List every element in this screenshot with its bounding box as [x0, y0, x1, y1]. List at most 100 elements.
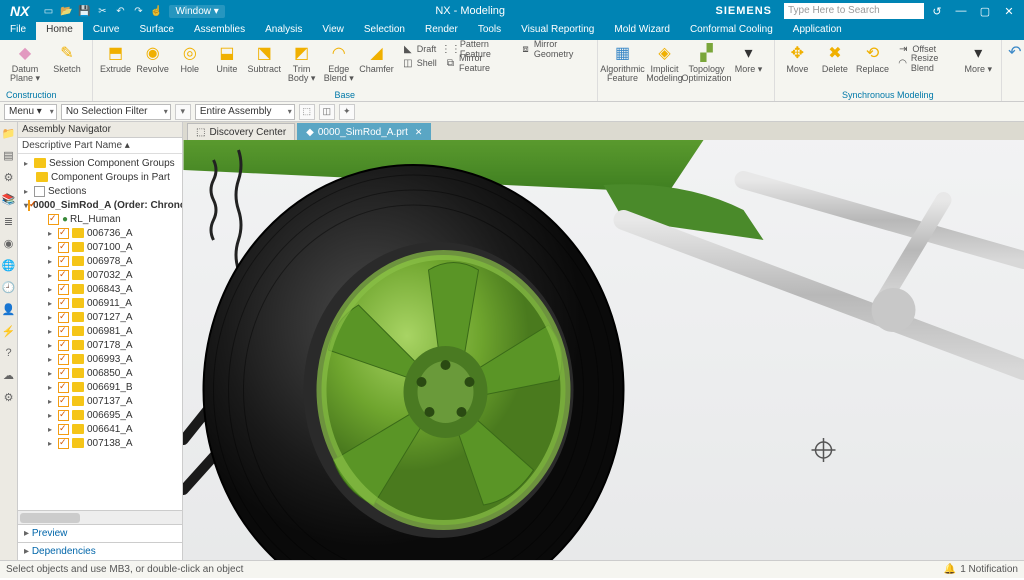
resize-blend-button[interactable]: ◠Resize Blend: [897, 56, 957, 70]
chamfer-button[interactable]: ◢Chamfer: [359, 42, 394, 74]
help-icon[interactable]: ↺: [926, 5, 948, 18]
cut-icon[interactable]: ✂: [95, 4, 109, 18]
tree-horizontal-scrollbar[interactable]: [18, 510, 182, 524]
tab-conformal-cooling[interactable]: Conformal Cooling: [680, 22, 783, 40]
filter-icon[interactable]: ▾: [175, 104, 191, 120]
tab-home[interactable]: Home: [36, 22, 83, 40]
close-icon[interactable]: ✕: [998, 5, 1020, 18]
undo-ribbon-icon[interactable]: ↶: [1008, 42, 1021, 62]
notification-count[interactable]: 1 Notification: [960, 564, 1018, 575]
tree-part-row[interactable]: ▸006736_A: [18, 226, 182, 240]
menu-dropdown[interactable]: Menu ▾: [4, 104, 57, 120]
system-icon[interactable]: ⚡: [2, 324, 16, 338]
tab-surface[interactable]: Surface: [130, 22, 184, 40]
redo-icon[interactable]: ↷: [131, 4, 145, 18]
shell-button[interactable]: ◫Shell: [402, 56, 437, 70]
cloud-icon[interactable]: ☁: [2, 368, 16, 382]
tree-component-groups[interactable]: Component Groups in Part: [18, 170, 182, 184]
delete-button[interactable]: ✖Delete: [818, 42, 852, 74]
tab-tools[interactable]: Tools: [468, 22, 511, 40]
draft-button[interactable]: ◣Draft: [402, 42, 437, 56]
tab-render[interactable]: Render: [415, 22, 468, 40]
tab-assemblies[interactable]: Assemblies: [184, 22, 255, 40]
touch-icon[interactable]: ☝: [149, 4, 163, 18]
topology-optimization-button[interactable]: ▞Topology Optimization: [688, 42, 726, 84]
history-icon[interactable]: 🕘: [2, 280, 16, 294]
extrude-button[interactable]: ⬒Extrude: [99, 42, 132, 74]
mirror-feature-button[interactable]: ⧉Mirror Feature: [445, 56, 513, 70]
tree-part-row[interactable]: ▸006981_A: [18, 324, 182, 338]
tree-session-groups[interactable]: ▸Session Component Groups: [18, 156, 182, 170]
tab-active-part[interactable]: ◆0000_SimRod_A.prt✕: [297, 123, 431, 140]
more-base-button[interactable]: ▾More ▾: [730, 42, 768, 74]
minimize-icon[interactable]: —: [950, 5, 972, 17]
tab-discovery-center[interactable]: ⬚Discovery Center: [187, 123, 295, 140]
selection-filter-dropdown[interactable]: No Selection Filter: [61, 104, 171, 120]
window-dropdown[interactable]: Window ▾: [169, 5, 224, 18]
tree-root-assembly[interactable]: ▾0000_SimRod_A (Order: Chronological): [18, 198, 182, 212]
datum-plane-button[interactable]: ◆Datum Plane ▾: [6, 42, 44, 84]
unite-button[interactable]: ⬓Unite: [210, 42, 243, 74]
maximize-icon[interactable]: ▢: [974, 5, 996, 18]
tree-part-row[interactable]: ▸006691_B: [18, 380, 182, 394]
algorithmic-feature-button[interactable]: ▦Algorithmic Feature: [604, 42, 642, 84]
trim-body-button[interactable]: ◩Trim Body ▾: [285, 42, 318, 84]
hd3d-icon[interactable]: ◉: [2, 236, 16, 250]
part-navigator-icon[interactable]: ▤: [2, 148, 16, 162]
tree-part-row[interactable]: ▸006695_A: [18, 408, 182, 422]
tab-mold-wizard[interactable]: Mold Wizard: [604, 22, 680, 40]
notification-bell-icon[interactable]: 🔔: [944, 564, 956, 575]
implicit-modeling-button[interactable]: ◈Implicit Modeling: [646, 42, 684, 84]
tree-sections[interactable]: ▸Sections: [18, 184, 182, 198]
3d-scene[interactable]: [183, 140, 1024, 560]
subtract-button[interactable]: ⬔Subtract: [248, 42, 282, 74]
dependencies-section[interactable]: Dependencies: [18, 542, 182, 560]
sel-tool-3[interactable]: ✦: [339, 104, 355, 120]
tree-part-row[interactable]: ▸006641_A: [18, 422, 182, 436]
tree-part-row[interactable]: ▸006911_A: [18, 296, 182, 310]
reuse-library-icon[interactable]: 📚: [2, 192, 16, 206]
selection-scope-dropdown[interactable]: Entire Assembly: [195, 104, 295, 120]
preview-section[interactable]: Preview: [18, 524, 182, 542]
tab-curve[interactable]: Curve: [83, 22, 130, 40]
tree-part-row[interactable]: ▸007100_A: [18, 240, 182, 254]
layers-icon[interactable]: ≣: [2, 214, 16, 228]
hole-button[interactable]: ◎Hole: [173, 42, 206, 74]
replace-button[interactable]: ⟲Replace: [856, 42, 890, 74]
tree-part-row[interactable]: ▸006843_A: [18, 282, 182, 296]
open-icon[interactable]: 📂: [59, 4, 73, 18]
search-input[interactable]: Type Here to Search: [784, 3, 924, 19]
tab-application[interactable]: Application: [783, 22, 852, 40]
tree-part-row[interactable]: ▸007138_A: [18, 436, 182, 450]
tab-view[interactable]: View: [312, 22, 354, 40]
tree-rl-human[interactable]: ●RL_Human: [18, 212, 182, 226]
roles-icon[interactable]: 👤: [2, 302, 16, 316]
close-tab-icon[interactable]: ✕: [415, 127, 423, 138]
tab-selection[interactable]: Selection: [354, 22, 415, 40]
tab-analysis[interactable]: Analysis: [255, 22, 312, 40]
more-sync-button[interactable]: ▾More ▾: [961, 42, 995, 74]
save-icon[interactable]: 💾: [77, 4, 91, 18]
mirror-geometry-button[interactable]: ⧈Mirror Geometry: [520, 42, 590, 56]
sketch-button[interactable]: ✎Sketch: [48, 42, 86, 74]
move-button[interactable]: ✥Move: [781, 42, 815, 74]
sel-tool-1[interactable]: ⬚: [299, 104, 315, 120]
assembly-navigator-icon[interactable]: 📁: [2, 126, 16, 140]
tree-part-row[interactable]: ▸006850_A: [18, 366, 182, 380]
constraint-navigator-icon[interactable]: ⚙: [2, 170, 16, 184]
assembly-tree[interactable]: ▸Session Component Groups Component Grou…: [18, 154, 182, 510]
revolve-button[interactable]: ◉Revolve: [136, 42, 169, 74]
browser-icon[interactable]: 🌐: [2, 258, 16, 272]
tree-part-row[interactable]: ▸007127_A: [18, 310, 182, 324]
edge-blend-button[interactable]: ◠Edge Blend ▾: [322, 42, 355, 84]
help-left-icon[interactable]: ?: [2, 346, 16, 360]
tree-part-row[interactable]: ▸007178_A: [18, 338, 182, 352]
sel-tool-2[interactable]: ◫: [319, 104, 335, 120]
tab-visual-reporting[interactable]: Visual Reporting: [511, 22, 604, 40]
tree-part-row[interactable]: ▸007137_A: [18, 394, 182, 408]
tree-part-row[interactable]: ▸007032_A: [18, 268, 182, 282]
column-header[interactable]: Descriptive Part Name ▴: [18, 138, 182, 154]
tree-part-row[interactable]: ▸006978_A: [18, 254, 182, 268]
settings-icon[interactable]: ⚙: [2, 390, 16, 404]
3d-viewport[interactable]: ⬚Discovery Center ◆0000_SimRod_A.prt✕: [183, 122, 1024, 560]
